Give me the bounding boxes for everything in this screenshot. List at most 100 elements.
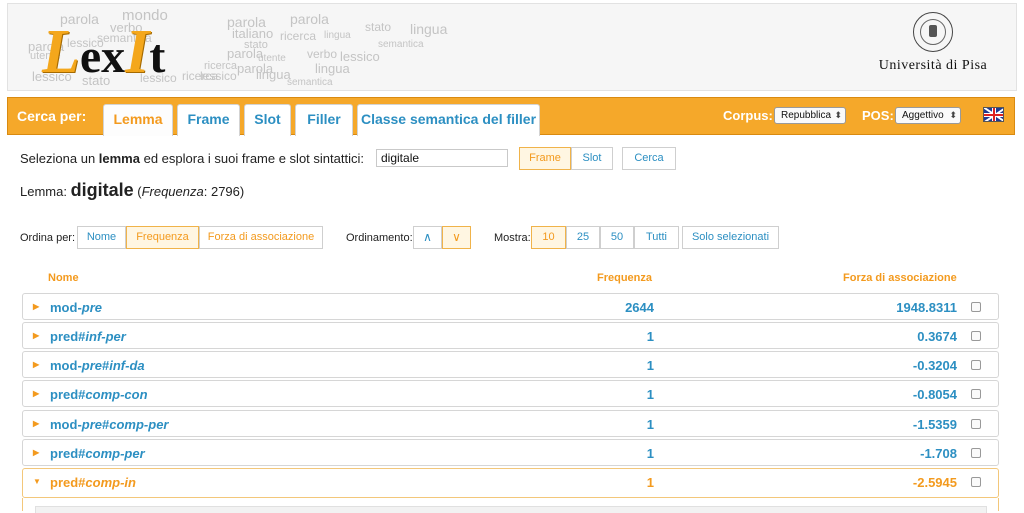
row-select-checkbox[interactable] — [971, 331, 981, 341]
row-name[interactable]: mod-pre — [50, 300, 102, 315]
tab-frame[interactable]: Frame — [177, 104, 240, 136]
name-part: pred# — [50, 329, 86, 344]
ordering-label: Ordinamento: — [346, 232, 413, 244]
cloud-word: semantica — [378, 39, 424, 50]
sort-ascending-button[interactable]: ∧ — [413, 226, 442, 249]
cloud-word: parola — [290, 11, 329, 27]
prompt-text: ed esplora i suoi frame e slot sintattic… — [139, 151, 364, 166]
logo-letters: ex — [79, 30, 126, 83]
name-part: inf-da — [109, 358, 145, 373]
site-header: parola mondo parola parola verbo semanti… — [7, 3, 1017, 91]
row-frequency: 1 — [646, 417, 654, 432]
row-frequency: 1 — [646, 358, 654, 373]
collapsed-triangle-icon[interactable]: ▶ — [33, 389, 39, 398]
cloud-word: utente — [258, 53, 286, 64]
tab-filler[interactable]: Filler — [295, 104, 353, 136]
expanded-triangle-icon[interactable]: ▼ — [33, 477, 41, 486]
row-frequency: 1 — [646, 446, 654, 461]
prompt-text: Seleziona un — [20, 151, 99, 166]
logo-letters: t — [149, 30, 166, 83]
table-row[interactable]: ▶ pred#comp-con 1 -0.8054 — [22, 380, 999, 407]
corpus-value: Repubblica — [781, 110, 832, 121]
row-association: -0.3204 — [912, 358, 957, 373]
row-select-checkbox[interactable] — [971, 389, 981, 399]
lexit-logo[interactable]: LexIt — [42, 21, 165, 83]
row-select-checkbox[interactable] — [971, 448, 981, 458]
tab-slot[interactable]: Slot — [244, 104, 291, 136]
cloud-word: stato — [244, 39, 268, 51]
pos-label: POS: — [862, 108, 894, 123]
cloud-word: lingua — [410, 21, 448, 37]
order-by-name-button[interactable]: Nome — [77, 226, 126, 249]
table-row[interactable]: ▶ mod-pre 2644 1948.8311 — [22, 293, 999, 320]
name-part: pred# — [50, 446, 86, 461]
corpus-select[interactable]: Repubblica ⬍ — [774, 107, 846, 124]
frequency-label: Frequenza — [141, 184, 204, 199]
name-part: pred# — [50, 475, 86, 490]
cloud-word: stato — [365, 20, 392, 34]
university-logo[interactable]: Università di Pisa — [878, 12, 988, 74]
row-name[interactable]: pred#comp-in — [50, 475, 136, 490]
row-association: 1948.8311 — [896, 300, 957, 315]
table-row[interactable]: ▶ pred#comp-per 1 -1.708 — [22, 439, 999, 466]
column-header-association[interactable]: Forza di associazione — [843, 272, 957, 284]
collapsed-triangle-icon[interactable]: ▶ — [33, 302, 39, 311]
tab-lemma[interactable]: Lemma — [103, 104, 173, 136]
uk-flag-icon[interactable] — [983, 107, 1004, 122]
pos-select[interactable]: Aggettivo ⬍ — [895, 107, 961, 124]
lemma-search-input[interactable] — [376, 149, 508, 167]
order-by-frequency-button[interactable]: Frequenza — [126, 226, 199, 249]
row-select-checkbox[interactable] — [971, 419, 981, 429]
column-header-frequency[interactable]: Frequenza — [597, 272, 652, 284]
cloud-word: semantica — [287, 77, 333, 88]
lemma-summary: Lemma: digitale (Frequenza: 2796) — [20, 180, 244, 201]
row-frequency: 1 — [646, 387, 654, 402]
name-part: mod- — [50, 300, 82, 315]
row-select-checkbox[interactable] — [971, 477, 981, 487]
collapsed-triangle-icon[interactable]: ▶ — [33, 448, 39, 457]
row-name[interactable]: mod-pre#comp-per — [50, 417, 168, 432]
column-header-name[interactable]: Nome — [48, 272, 79, 284]
name-part: comp-con — [85, 387, 148, 402]
row-frequency: 1 — [646, 475, 654, 490]
row-name[interactable]: mod-pre#inf-da — [50, 358, 145, 373]
lemma-word: digitale — [70, 180, 134, 200]
collapsed-triangle-icon[interactable]: ▶ — [33, 331, 39, 340]
sort-descending-button[interactable]: ∨ — [442, 226, 471, 249]
prompt-bold: lemma — [98, 151, 140, 166]
table-row[interactable]: ▶ mod-pre#comp-per 1 -1.5359 — [22, 410, 999, 437]
cloud-word: verbo — [307, 47, 338, 61]
name-part: mod- — [50, 358, 82, 373]
slot-toggle-button[interactable]: Slot — [571, 147, 613, 170]
cloud-word: lessico — [200, 69, 237, 83]
name-part: inf-per — [85, 329, 126, 344]
search-prompt: Seleziona un lemma ed esplora i suoi fra… — [20, 151, 364, 166]
table-row[interactable]: ▶ mod-pre#inf-da 1 -0.3204 — [22, 351, 999, 378]
only-selected-button[interactable]: Solo selezionati — [682, 226, 779, 249]
table-row[interactable]: ▶ pred#inf-per 1 0.3674 — [22, 322, 999, 349]
logo-letter: L — [42, 18, 80, 86]
show-25-button[interactable]: 25 — [566, 226, 600, 249]
order-by-association-button[interactable]: Forza di associazione — [199, 226, 323, 249]
show-50-button[interactable]: 50 — [600, 226, 634, 249]
name-part: pre — [81, 300, 103, 315]
row-association: -0.8054 — [912, 387, 957, 402]
row-frequency: 1 — [646, 329, 654, 344]
name-part: mod- — [50, 417, 82, 432]
row-association: 0.3674 — [917, 329, 957, 344]
row-name[interactable]: pred#comp-con — [50, 387, 148, 402]
frame-toggle-button[interactable]: Frame — [519, 147, 571, 170]
show-all-button[interactable]: Tutti — [634, 226, 679, 249]
row-select-checkbox[interactable] — [971, 360, 981, 370]
order-by-label: Ordina per: — [20, 232, 76, 244]
collapsed-triangle-icon[interactable]: ▶ — [33, 360, 39, 369]
select-arrows-icon: ⬍ — [949, 110, 957, 120]
tab-semantic-class[interactable]: Classe semantica del filler — [357, 104, 540, 136]
row-name[interactable]: pred#inf-per — [50, 329, 126, 344]
row-select-checkbox[interactable] — [971, 302, 981, 312]
show-10-button[interactable]: 10 — [531, 226, 566, 249]
table-row[interactable]: ▼ pred#comp-in 1 -2.5945 — [22, 468, 999, 498]
collapsed-triangle-icon[interactable]: ▶ — [33, 419, 39, 428]
row-name[interactable]: pred#comp-per — [50, 446, 145, 461]
search-button[interactable]: Cerca — [622, 147, 676, 170]
